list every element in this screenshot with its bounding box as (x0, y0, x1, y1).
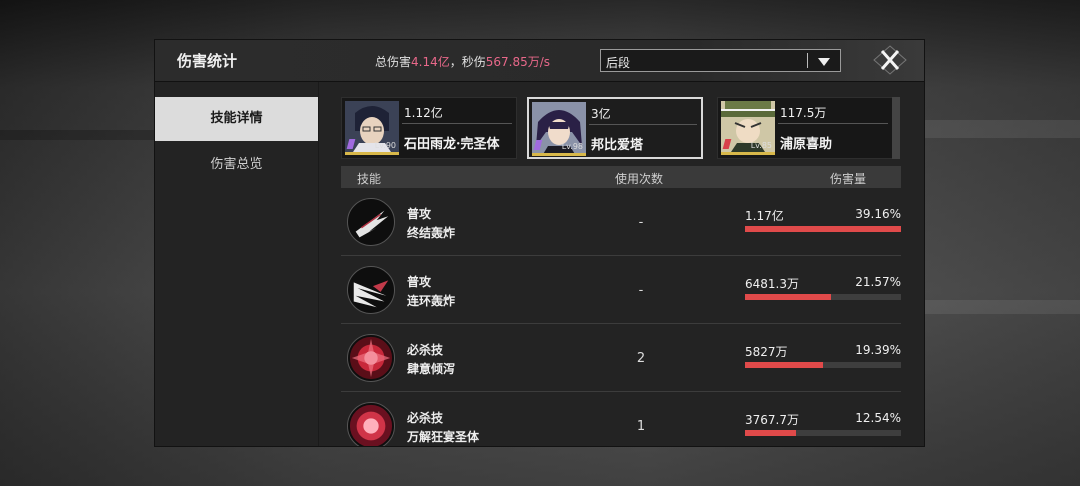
damage-bar (745, 430, 901, 436)
card-divider (778, 123, 888, 124)
character-level: Lv.85 (750, 141, 772, 150)
table-row: 普攻 连环轰炸 - 6481.3万 21.57% (341, 257, 901, 324)
character-level: Lv.98 (561, 142, 583, 151)
damage-bar-fill (745, 294, 831, 300)
column-header-skill: 技能 (357, 172, 382, 186)
dps-value: 567.85万/s (485, 55, 551, 69)
character-level: Lv.90 (374, 141, 396, 150)
close-icon (873, 45, 907, 75)
damage-value: 3767.7万 (745, 413, 799, 427)
sidebar: 技能详情 伤害总览 (155, 97, 318, 446)
damage-bar-fill (745, 226, 901, 232)
character-card-bambietta[interactable]: Lv.98 3亿 邦比爱塔 (527, 97, 703, 159)
character-card-ishida[interactable]: Lv.90 1.12亿 石田雨龙·完圣体 (341, 97, 517, 159)
background-shape (925, 300, 1080, 314)
damage-value: 6481.3万 (745, 277, 799, 291)
avatar: Lv.90 (345, 101, 399, 155)
chevron-down-icon (818, 58, 830, 66)
skill-name: 肆意倾泻 (407, 362, 456, 376)
background-shape (0, 130, 155, 140)
use-count: 1 (636, 419, 646, 434)
skill-type: 普攻 (407, 275, 432, 289)
skill-type: 必杀技 (407, 411, 444, 425)
character-damage: 1.12亿 (404, 106, 443, 120)
total-damage-value: 4.14亿 (411, 55, 450, 69)
table-row: 普攻 终结轰炸 - 1.17亿 39.16% (341, 189, 901, 256)
skill-name: 终结轰炸 (407, 226, 456, 240)
rarity-bar (721, 152, 775, 155)
dps-label: ，秒伤 (449, 55, 486, 69)
sidebar-item-skill-details[interactable]: 技能详情 (155, 97, 318, 141)
total-damage-label: 总伤害 (375, 55, 412, 69)
character-list-scrollbar[interactable] (892, 97, 900, 159)
damage-percent: 12.54% (855, 411, 901, 425)
phase-filter-value: 后段 (606, 56, 631, 70)
rarity-bar (532, 153, 586, 156)
damage-bar (745, 294, 901, 300)
skill-table-header: 技能 使用次数 伤害量 (341, 166, 901, 188)
damage-summary: 总伤害4.14亿，秒伤567.85万/s (375, 53, 550, 70)
damage-percent: 19.39% (855, 343, 901, 357)
damage-bar (745, 362, 901, 368)
avatar: Lv.85 (721, 101, 775, 155)
table-row: 必杀技 肆意倾泻 2 5827万 19.39% (341, 325, 901, 392)
use-count: - (638, 283, 644, 298)
skill-name: 连环轰炸 (407, 294, 456, 308)
damage-bar-fill (745, 430, 797, 436)
rarity-bar (345, 152, 399, 155)
column-header-damage: 伤害量 (830, 172, 867, 186)
wing-slash-icon (347, 266, 395, 314)
avatar: Lv.98 (532, 102, 586, 156)
card-divider (589, 124, 697, 125)
damage-percent: 21.57% (855, 275, 901, 289)
use-count: 2 (636, 351, 646, 366)
damage-percent: 39.16% (855, 207, 901, 221)
phase-filter-dropdown[interactable]: 后段 (600, 49, 841, 72)
character-damage: 117.5万 (780, 106, 827, 120)
dropdown-divider (807, 53, 808, 68)
skill-type: 必杀技 (407, 343, 444, 357)
damage-bar (745, 226, 901, 232)
damage-value: 1.17亿 (745, 209, 784, 223)
close-button[interactable] (873, 45, 907, 75)
card-divider (402, 123, 512, 124)
skill-name: 万解狂宴圣体 (407, 430, 480, 444)
damage-stats-panel: 伤害统计 总伤害4.14亿，秒伤567.85万/s 后段 技能详情 伤害总览 L… (155, 40, 924, 446)
panel-title: 伤害统计 (177, 52, 238, 70)
damage-value: 5827万 (745, 345, 788, 359)
column-header-use-count: 使用次数 (615, 172, 664, 186)
character-name: 邦比爱塔 (591, 138, 644, 153)
character-name: 石田雨龙·完圣体 (404, 137, 500, 152)
sidebar-item-label: 伤害总览 (210, 157, 263, 172)
sidebar-item-label: 技能详情 (210, 111, 263, 126)
use-count: - (638, 215, 644, 230)
table-row: 必杀技 万解狂宴圣体 1 3767.7万 12.54% (341, 393, 901, 446)
skill-table-body: 普攻 终结轰炸 - 1.17亿 39.16% 普攻 连环轰炸 - 6481.3万… (341, 189, 901, 446)
character-card-urahara[interactable]: Lv.85 117.5万 浦原喜助 (717, 97, 893, 159)
sidebar-divider (318, 82, 319, 446)
skill-type: 普攻 (407, 207, 432, 221)
damage-bar-fill (745, 362, 823, 368)
character-tabs: Lv.90 1.12亿 石田雨龙·完圣体 Lv.98 3亿 邦比爱塔 Lv.85… (341, 97, 901, 159)
crimson-orb-icon (347, 402, 395, 446)
panel-header: 伤害统计 总伤害4.14亿，秒伤567.85万/s 后段 (155, 40, 924, 82)
character-name: 浦原喜助 (780, 137, 833, 152)
background-shape (920, 120, 1080, 138)
blade-slash-icon (347, 198, 395, 246)
explosion-burst-icon (347, 334, 395, 382)
character-damage: 3亿 (591, 107, 611, 121)
sidebar-item-damage-overview[interactable]: 伤害总览 (155, 143, 318, 187)
